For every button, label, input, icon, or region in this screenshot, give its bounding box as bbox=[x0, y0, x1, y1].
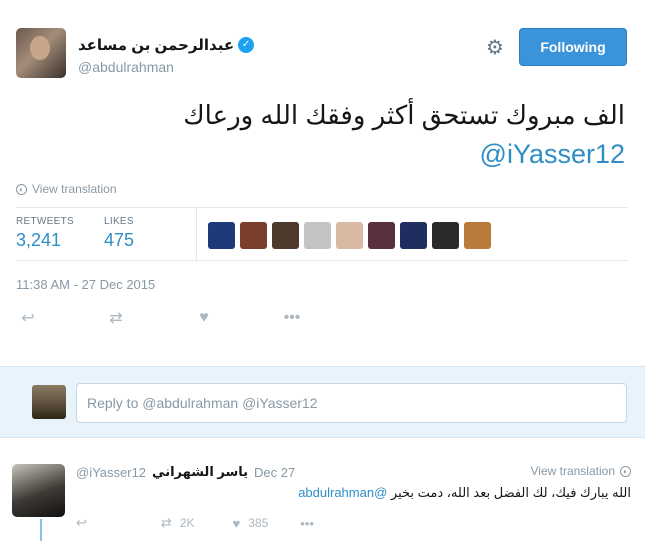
reply-header: @iYasser12 ياسر الشهراني Dec 27 bbox=[76, 464, 295, 480]
reply-text-container: الله يبارك فيك، لك الفضل بعد الله، دمت ب… bbox=[298, 485, 631, 501]
gear-icon[interactable]: ⚙ bbox=[483, 36, 507, 60]
liker-avatar[interactable] bbox=[272, 222, 299, 249]
liker-avatar[interactable] bbox=[240, 222, 267, 249]
author-handle[interactable]: @abdulrahman bbox=[78, 59, 174, 75]
globe-icon: ◐ bbox=[16, 183, 27, 195]
likes-stat[interactable]: LIKES 475 bbox=[104, 216, 134, 251]
reply-text: الله يبارك فيك، لك الفضل بعد الله، دمت ب… bbox=[390, 485, 631, 500]
thread-line bbox=[40, 519, 42, 541]
retweet-icon[interactable]: ⇄ bbox=[161, 515, 172, 531]
liker-avatar[interactable] bbox=[368, 222, 395, 249]
reply-input[interactable]: Reply to @abdulrahman @iYasser12 bbox=[76, 383, 627, 423]
reply-view-translation-label: View translation bbox=[530, 464, 616, 478]
reply-area: Reply to @abdulrahman @iYasser12 bbox=[0, 366, 645, 438]
liker-avatar[interactable] bbox=[208, 222, 235, 249]
reply-tweet: @iYasser12 ياسر الشهراني Dec 27 View tra… bbox=[0, 438, 645, 541]
retweets-count: 3,241 bbox=[16, 230, 62, 250]
reply-icon[interactable]: ↩ bbox=[76, 515, 87, 531]
author-avatar[interactable] bbox=[16, 28, 66, 78]
reply-view-translation-link[interactable]: View translation ◐ bbox=[530, 464, 631, 478]
tweet-stats: RETWEETS 3,241 LIKES 475 bbox=[16, 207, 628, 261]
tweet-mention[interactable]: @iYasser12 bbox=[480, 136, 625, 172]
likes-count: 475 bbox=[104, 230, 135, 250]
heart-icon[interactable]: ♥ bbox=[192, 309, 216, 327]
likers-avatars bbox=[208, 222, 491, 249]
retweets-stat[interactable]: RETWEETS 3,241 bbox=[16, 216, 74, 251]
tweet-text: الف مبروك تستحق أكثر وفقك الله ورعاك bbox=[183, 100, 625, 130]
following-button[interactable]: Following bbox=[519, 28, 627, 66]
globe-icon: ◐ bbox=[620, 465, 631, 477]
reply-actions: ↩ ⇄ 2K ♥ 385 ••• bbox=[76, 515, 314, 531]
retweets-label: RETWEETS bbox=[16, 216, 74, 227]
view-translation-label: View translation bbox=[32, 182, 117, 196]
liker-avatar[interactable] bbox=[464, 222, 491, 249]
liker-avatar[interactable] bbox=[336, 222, 363, 249]
likes-label: LIKES bbox=[104, 216, 134, 227]
reply-icon[interactable]: ↩ bbox=[16, 308, 40, 328]
stats-divider bbox=[196, 208, 197, 260]
reply-author-handle[interactable]: @iYasser12 bbox=[76, 465, 146, 480]
reply-author-name[interactable]: ياسر الشهراني bbox=[152, 464, 248, 480]
more-icon[interactable]: ••• bbox=[300, 516, 314, 531]
reply-mention[interactable]: @abdulrahman bbox=[298, 485, 387, 500]
reply-author-avatar[interactable] bbox=[12, 464, 65, 517]
author-name[interactable]: عبدالرحمن بن مساعد bbox=[78, 36, 234, 54]
tweet-timestamp[interactable]: 11:38 AM - 27 Dec 2015 bbox=[16, 277, 155, 292]
heart-icon[interactable]: ♥ bbox=[233, 516, 241, 531]
current-user-avatar bbox=[32, 385, 66, 419]
reply-likes-count: 385 bbox=[248, 516, 269, 530]
retweet-icon[interactable]: ⇄ bbox=[104, 308, 128, 328]
reply-date[interactable]: Dec 27 bbox=[254, 465, 295, 480]
tweet-card: عبدالرحمن بن مساعد ✓ @abdulrahman ⚙ Foll… bbox=[0, 0, 645, 366]
more-icon[interactable]: ••• bbox=[280, 309, 304, 327]
view-translation-link[interactable]: ◐ View translation bbox=[16, 182, 117, 196]
author-name-row: عبدالرحمن بن مساعد ✓ bbox=[78, 36, 255, 54]
liker-avatar[interactable] bbox=[400, 222, 427, 249]
verified-badge-icon: ✓ bbox=[238, 37, 255, 53]
reply-retweets-count: 2K bbox=[179, 516, 195, 530]
tweet-actions: ↩ ⇄ ♥ ••• bbox=[16, 308, 304, 328]
liker-avatar[interactable] bbox=[304, 222, 331, 249]
liker-avatar[interactable] bbox=[432, 222, 459, 249]
